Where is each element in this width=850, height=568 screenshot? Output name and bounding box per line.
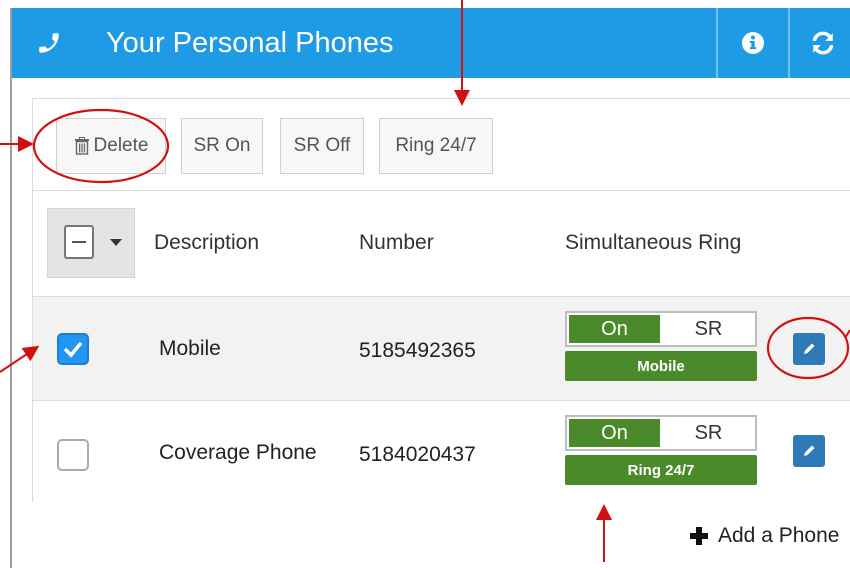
annotation-arrow — [0, 345, 40, 373]
annotation-arrow — [844, 329, 850, 339]
annotation-overlay — [0, 0, 850, 562]
annotation-circle — [32, 108, 170, 184]
annotation-circle — [766, 316, 850, 380]
